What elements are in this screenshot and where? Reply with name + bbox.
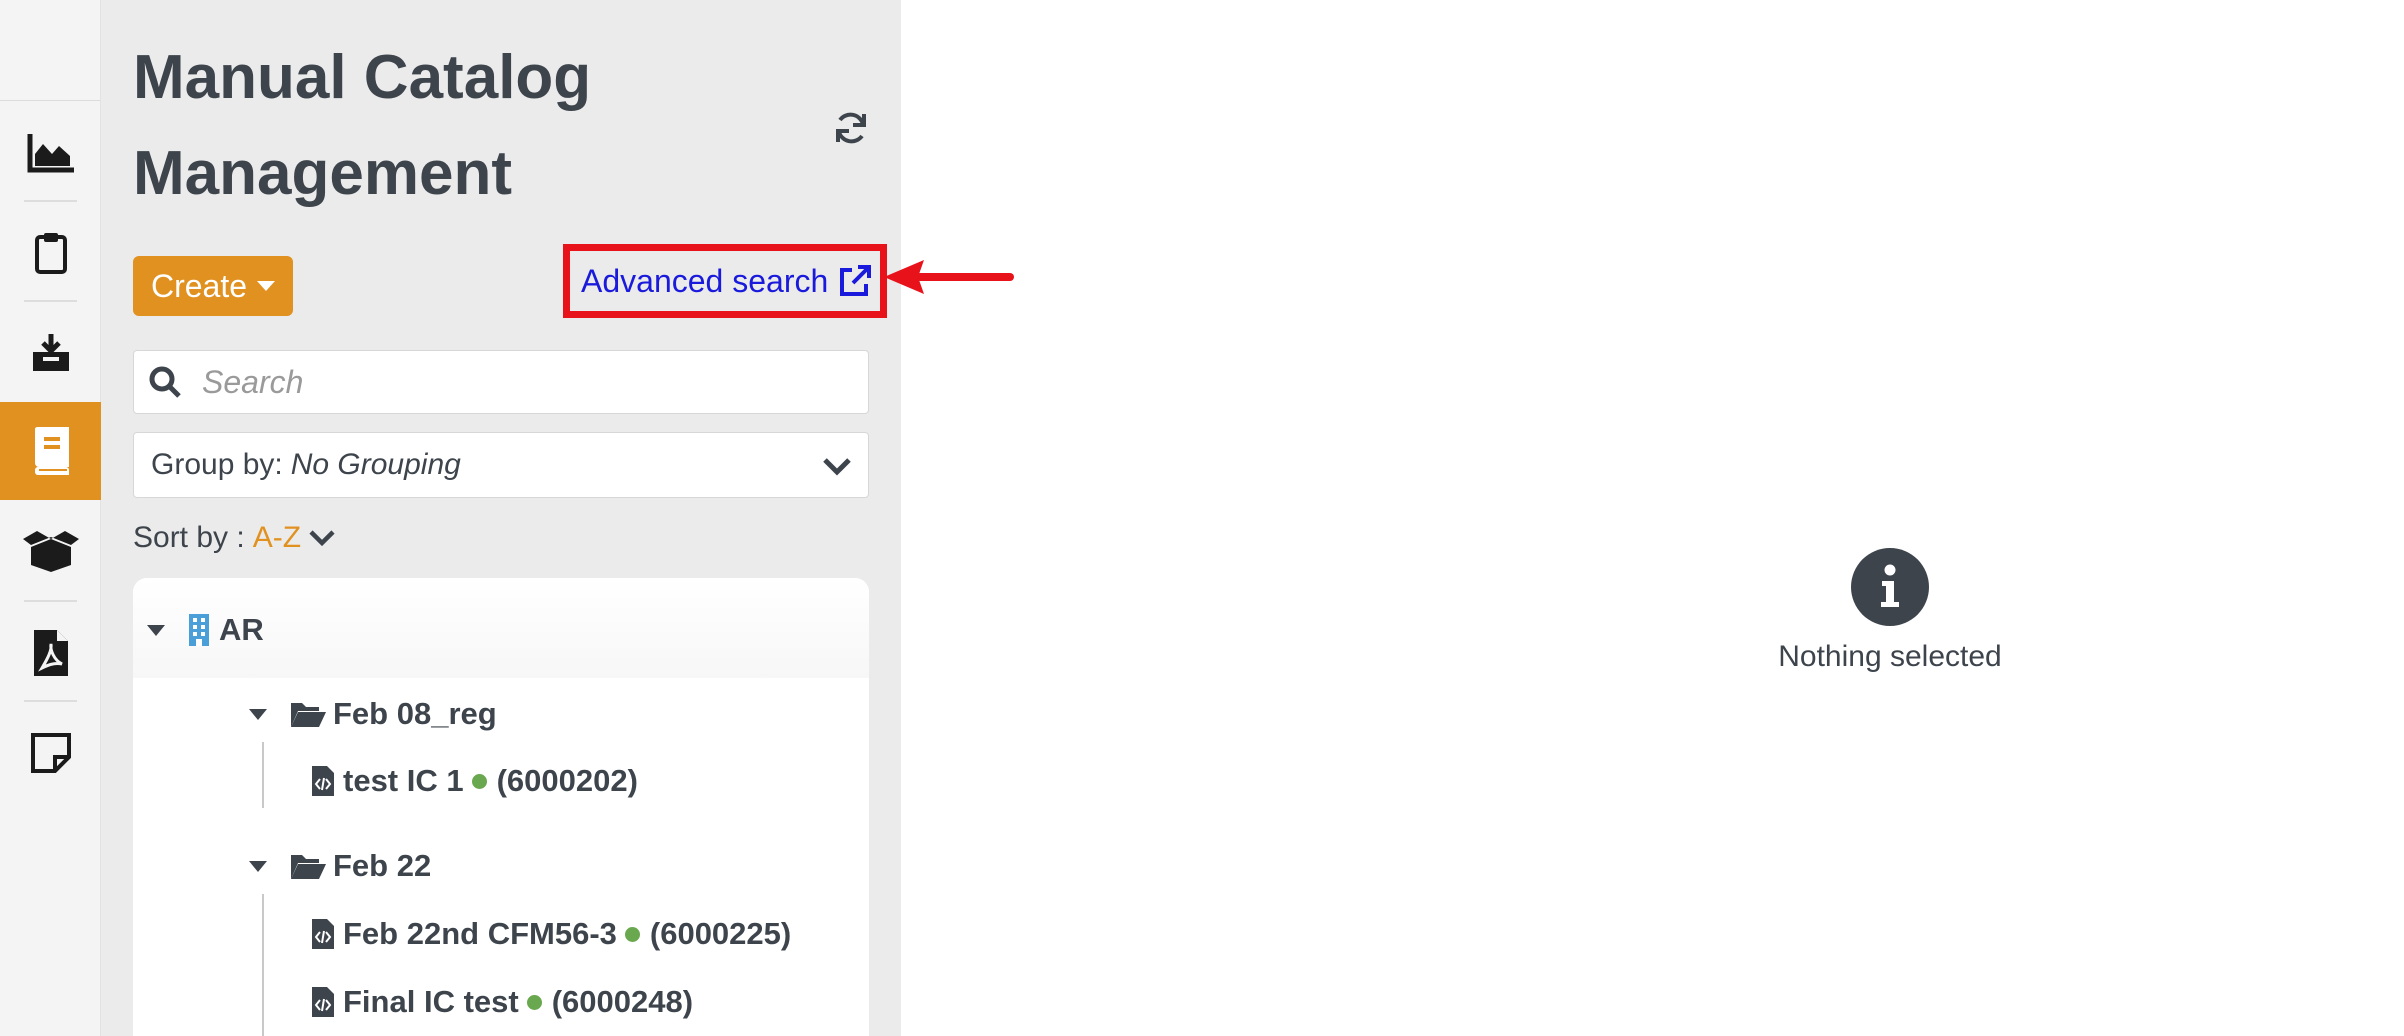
empty-state-text: Nothing selected — [1778, 640, 2002, 673]
search-icon — [149, 366, 181, 398]
tree-folder[interactable]: Feb 08_reg — [249, 696, 497, 732]
nav-item-inbox[interactable] — [0, 304, 101, 402]
folder-open-icon — [291, 703, 326, 727]
info-icon — [1851, 548, 1929, 626]
catalog-tree: AR Feb 08_reg test IC 1 (6000202) Feb 22… — [133, 578, 869, 1036]
nav-item-inventory[interactable] — [0, 502, 101, 600]
inbox-download-icon — [32, 334, 69, 371]
external-link-icon — [840, 265, 872, 296]
tree-item-id: (6000225) — [649, 916, 792, 951]
chevron-down-icon — [823, 458, 851, 476]
caret-down-icon[interactable] — [249, 708, 267, 720]
caret-down-icon[interactable] — [249, 860, 267, 872]
sticky-note-icon — [30, 733, 71, 773]
code-file-icon — [312, 766, 334, 796]
code-file-icon — [312, 919, 334, 949]
tree-item-name: test IC 1 — [343, 763, 464, 798]
caret-down-icon — [257, 281, 276, 291]
tree-root[interactable]: AR — [147, 612, 264, 648]
advanced-search-link[interactable]: Advanced search — [581, 256, 872, 306]
tree-item[interactable]: Final IC test (6000248) — [311, 984, 693, 1020]
tree-root-label: AR — [219, 612, 264, 647]
advanced-search-label: Advanced search — [581, 262, 829, 299]
open-box-icon — [22, 531, 79, 572]
nav-item-documents[interactable] — [0, 604, 101, 702]
tree-folder-label: Feb 22 — [333, 848, 432, 883]
search-input[interactable] — [202, 363, 842, 401]
catalog-sidebar: Manual Catalog Management Create Advance… — [101, 0, 901, 1036]
status-dot — [624, 926, 640, 942]
catalog-book-icon — [34, 427, 69, 475]
pdf-file-icon — [33, 630, 68, 676]
group-by-label: Group by: — [151, 448, 283, 481]
nav-item-tasks[interactable] — [0, 204, 101, 302]
area-chart-icon — [27, 134, 74, 173]
refresh-button[interactable] — [829, 106, 873, 150]
group-by-select[interactable]: Group by: No Grouping — [133, 432, 869, 498]
nav-item-analytics[interactable] — [0, 104, 101, 202]
refresh-icon — [836, 112, 866, 144]
code-file-icon — [312, 987, 334, 1017]
tree-item-id: (6000248) — [551, 984, 694, 1019]
status-dot — [526, 994, 542, 1010]
tree-item[interactable]: test IC 1 (6000202) — [311, 763, 638, 799]
group-by-value: No Grouping — [290, 448, 461, 481]
create-button[interactable]: Create — [133, 256, 293, 316]
tree-item-name: Feb 22nd CFM56-3 — [343, 916, 617, 951]
tree-folder-label: Feb 08_reg — [333, 696, 497, 731]
tree-item[interactable]: Feb 22nd CFM56-3 (6000225) — [311, 916, 791, 952]
sort-by-value[interactable]: A-Z — [253, 521, 301, 555]
tree-item-id: (6000202) — [496, 763, 638, 798]
nav-item-notes[interactable] — [0, 704, 101, 802]
tree-folder[interactable]: Feb 22 — [249, 848, 431, 884]
sort-by: Sort by : A-Z — [133, 518, 337, 558]
search-box — [133, 350, 869, 414]
clipboard-icon — [34, 233, 67, 274]
sort-by-label: Sort by : — [133, 521, 245, 554]
building-icon — [189, 614, 209, 646]
page-title: Manual Catalog Management — [133, 43, 592, 208]
status-dot — [471, 773, 487, 789]
nav-rail-header — [0, 0, 100, 101]
nav-rail — [0, 0, 101, 1036]
folder-open-icon — [291, 855, 326, 879]
caret-down-icon[interactable] — [147, 624, 165, 636]
nav-item-catalog[interactable] — [0, 402, 101, 500]
tree-item-name: Final IC test — [343, 984, 519, 1019]
annotation-arrow — [884, 260, 1014, 294]
detail-empty-state: Nothing selected — [1760, 548, 2020, 674]
chevron-down-icon[interactable] — [307, 523, 337, 553]
create-button-label: Create — [150, 267, 248, 304]
